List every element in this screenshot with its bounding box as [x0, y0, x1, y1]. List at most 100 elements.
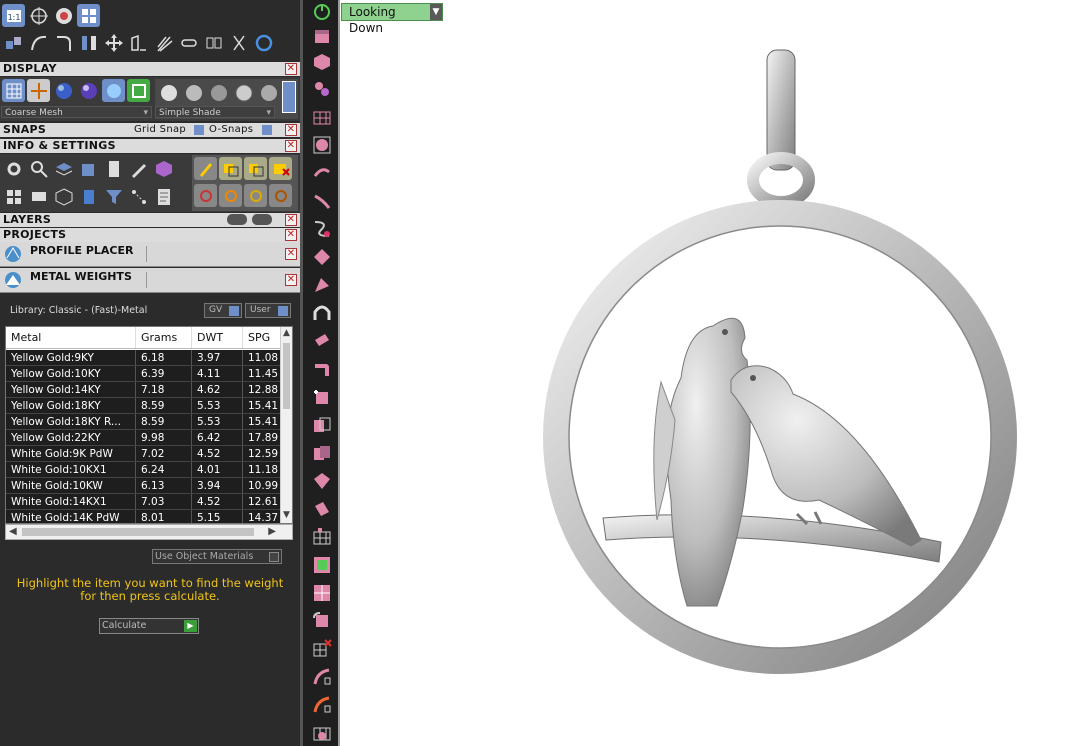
texture-icon[interactable] — [127, 79, 150, 102]
power-icon[interactable] — [309, 0, 335, 24]
origin-yellow-icon[interactable] — [244, 184, 267, 207]
paste-object-icon[interactable] — [244, 157, 267, 180]
use-object-materials-checkbox[interactable] — [269, 552, 279, 562]
delete-object-icon[interactable] — [269, 157, 292, 180]
grid-delete-icon[interactable] — [309, 637, 335, 661]
grid-snap-label[interactable]: Grid Snap — [134, 123, 186, 137]
table-row[interactable]: White Gold:10KW 6.13 3.94 10.99 — [6, 478, 282, 494]
fold-icon[interactable] — [309, 357, 335, 381]
layers-visibility-eye-icon[interactable] — [252, 214, 272, 225]
shaded-sphere-icon[interactable] — [52, 79, 75, 102]
points-edit-icon[interactable] — [127, 185, 150, 208]
scroll-up-arrow-icon[interactable]: ▲ — [282, 328, 291, 340]
info-settings-close-icon[interactable]: ✕ — [285, 140, 297, 152]
projects-section-header[interactable]: PROJECTS ✕ — [0, 228, 300, 242]
box-info-icon[interactable] — [77, 157, 100, 180]
calculate-button[interactable]: Calculate ▶ — [99, 618, 199, 634]
bend-icon[interactable] — [309, 273, 335, 297]
user-checkbox[interactable] — [278, 306, 288, 316]
arch-icon[interactable] — [309, 301, 335, 325]
boolean-icon[interactable] — [309, 413, 335, 437]
environment-icon[interactable] — [102, 79, 125, 102]
snaps-close-icon[interactable]: ✕ — [285, 124, 297, 136]
curve-loop-icon[interactable] — [309, 217, 335, 241]
user-toggle[interactable]: User — [245, 303, 291, 318]
origin-red-icon[interactable] — [194, 184, 217, 207]
settings-gear-icon[interactable] — [2, 157, 25, 180]
viewport[interactable]: Looking Down ▼ — [341, 0, 1081, 746]
rail-sweep-icon[interactable] — [309, 665, 335, 689]
table-row[interactable]: Yellow Gold:22KY 9.98 6.42 17.89 — [6, 430, 282, 446]
mirror-icon[interactable] — [77, 31, 100, 54]
gv-toggle[interactable]: GV — [204, 303, 242, 318]
gem-view-icon[interactable] — [52, 4, 75, 27]
layers-close-icon[interactable]: ✕ — [285, 214, 297, 226]
ghost-shade-icon[interactable] — [257, 81, 280, 104]
table-row[interactable]: Yellow Gold:18KY 8.59 5.53 15.41 — [6, 398, 282, 414]
cage-edit-icon[interactable] — [309, 525, 335, 549]
cube-purple-icon[interactable] — [152, 157, 175, 180]
monitor-icon[interactable] — [27, 185, 50, 208]
column-header-metal[interactable]: Metal — [6, 327, 136, 348]
shade-mode-select[interactable]: Simple Shade — [155, 106, 275, 119]
trim-icon[interactable] — [227, 31, 250, 54]
loft-icon[interactable] — [309, 161, 335, 185]
scale-one-to-one-icon[interactable]: 1:1 — [2, 4, 25, 27]
pink-cube-icon[interactable] — [309, 50, 335, 74]
use-object-materials-toggle[interactable]: Use Object Materials — [152, 549, 282, 564]
pendant-model[interactable] — [341, 0, 1081, 746]
column-header-spg[interactable]: SPG — [243, 327, 282, 348]
h-scroll-thumb[interactable] — [22, 528, 254, 536]
group-objects-icon[interactable] — [2, 31, 25, 54]
mesh-mode-select[interactable]: Coarse Mesh — [1, 106, 152, 119]
subtract-icon[interactable] — [309, 441, 335, 465]
table-row[interactable]: Yellow Gold:18KY R... 8.59 5.53 15.41 — [6, 414, 282, 430]
table-row[interactable]: Yellow Gold:9KY 6.18 3.97 11.08 — [6, 350, 282, 366]
scroll-right-arrow-icon[interactable]: ▶ — [268, 526, 276, 537]
document-icon[interactable] — [102, 157, 125, 180]
pipe-icon[interactable] — [309, 329, 335, 353]
metal-weights-header[interactable]: METAL WEIGHTS ✕ — [0, 268, 300, 293]
brush-icon[interactable] — [194, 157, 217, 180]
grid-warp-icon[interactable] — [309, 105, 335, 129]
gem-shape-icon[interactable] — [309, 469, 335, 493]
profile-placer-header[interactable]: PROFILE PLACER ✕ — [0, 242, 300, 267]
twist-icon[interactable] — [309, 189, 335, 213]
smooth-shade-icon[interactable] — [182, 81, 205, 104]
info-settings-section-header[interactable]: INFO & SETTINGS ✕ — [0, 139, 300, 153]
diamond-surface-icon[interactable] — [309, 245, 335, 269]
deform-icon[interactable] — [309, 497, 335, 521]
display-close-icon[interactable]: ✕ — [285, 63, 297, 75]
book-icon[interactable] — [77, 185, 100, 208]
check-box-icon[interactable] — [309, 553, 335, 577]
table-row[interactable]: White Gold:9K PdW 7.02 4.52 12.59 — [6, 446, 282, 462]
table-row[interactable]: Yellow Gold:10KY 6.39 4.11 11.45 — [6, 366, 282, 382]
layers-toggle-icon[interactable] — [227, 214, 247, 225]
column-header-dwt[interactable]: DWT — [192, 327, 243, 348]
dimension-icon[interactable] — [27, 79, 50, 102]
metal-weights-close-icon[interactable]: ✕ — [285, 274, 297, 286]
edit-pencil-icon[interactable] — [127, 157, 150, 180]
fillet-curve-icon[interactable] — [52, 31, 75, 54]
flat-shade-icon[interactable] — [207, 81, 230, 104]
rendered-sphere-icon[interactable] — [77, 79, 100, 102]
window-layout-icon[interactable] — [2, 185, 25, 208]
target-icon[interactable] — [27, 4, 50, 27]
scroll-left-arrow-icon[interactable]: ◀ — [9, 526, 17, 537]
circle-icon[interactable] — [252, 31, 275, 54]
pink-box-icon[interactable] — [309, 24, 335, 48]
plus-box-icon[interactable] — [309, 385, 335, 409]
projects-close-icon[interactable]: ✕ — [285, 229, 297, 241]
ring-cage-icon[interactable] — [309, 721, 335, 745]
link-icon[interactable] — [177, 31, 200, 54]
osnaps-toggle[interactable] — [262, 125, 272, 135]
wire-cube-icon[interactable] — [52, 185, 75, 208]
filter-icon[interactable] — [102, 185, 125, 208]
grid-view-icon[interactable] — [77, 4, 100, 27]
table-row[interactable]: White Gold:14KX1 7.03 4.52 12.61 — [6, 494, 282, 510]
shapes-icon[interactable] — [309, 77, 335, 101]
layers-section-header[interactable]: LAYERS ✕ — [0, 213, 300, 227]
table-horizontal-scrollbar[interactable]: ◀ ▶ — [5, 524, 293, 540]
inspect-icon[interactable] — [27, 157, 50, 180]
origin-orange-icon[interactable] — [219, 184, 242, 207]
